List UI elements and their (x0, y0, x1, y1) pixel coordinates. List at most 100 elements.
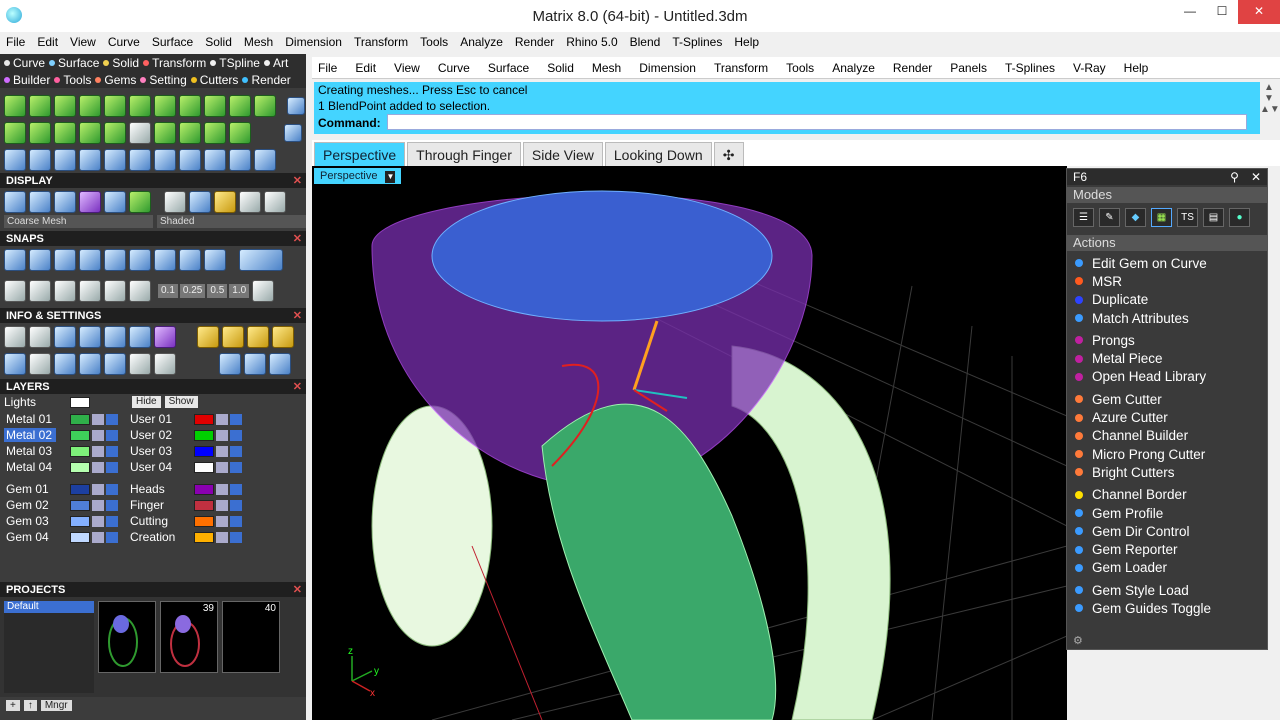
sphere-tool-icon[interactable] (129, 121, 151, 144)
lock-icon[interactable] (92, 499, 104, 511)
layer-color-swatch[interactable] (194, 461, 214, 473)
action-item[interactable]: MSR (1075, 272, 1267, 290)
menu-item[interactable]: Help (734, 35, 759, 49)
action-item[interactable]: Gem Dir Control (1075, 522, 1267, 540)
curve-tool-icon[interactable] (179, 94, 201, 117)
surface-tool-icon[interactable] (104, 121, 126, 144)
action-item[interactable]: Gem Cutter (1075, 390, 1267, 408)
info-icon[interactable] (197, 325, 219, 348)
layer-color-swatch[interactable] (70, 413, 90, 425)
manager-button[interactable]: Mngr (40, 699, 72, 711)
menu-item[interactable]: Dimension (285, 35, 342, 49)
toolbar-tab[interactable]: Gems (95, 73, 136, 87)
layer-color-swatch[interactable] (194, 499, 214, 511)
transform-tool-icon[interactable] (54, 148, 76, 171)
menu-item[interactable]: Solid (205, 35, 232, 49)
layer-row[interactable]: Gem 03 (4, 514, 118, 528)
snap-value-button[interactable]: 1.0 (229, 283, 250, 298)
action-item[interactable]: Gem Guides Toggle (1075, 599, 1267, 617)
project-thumbnail[interactable]: 39 (160, 601, 218, 673)
layer-color-swatch[interactable] (70, 499, 90, 511)
cube-icon[interactable] (29, 279, 51, 302)
move-icon[interactable] (104, 148, 126, 171)
material-sphere-icon[interactable] (264, 190, 286, 213)
surface-tool-icon[interactable] (204, 121, 226, 144)
surface-tool-icon[interactable] (229, 121, 251, 144)
toolbar-tab[interactable]: Transform (143, 56, 206, 70)
snap-icon[interactable] (154, 248, 176, 271)
visibility-icon[interactable] (106, 461, 118, 473)
settings-icon[interactable]: ⚙ (1073, 634, 1083, 647)
lock-icon[interactable] (216, 445, 228, 457)
command-input[interactable] (386, 114, 1247, 130)
layer-color-swatch[interactable] (70, 515, 90, 527)
cube-icon[interactable] (54, 352, 76, 375)
transform-tool-icon[interactable] (29, 148, 51, 171)
layer-row[interactable]: Heads (128, 482, 242, 496)
mesh-quality-select[interactable]: Coarse Mesh (4, 215, 153, 228)
grid-icon[interactable] (4, 190, 26, 213)
visibility-icon[interactable] (230, 445, 242, 457)
layer-row[interactable]: User 04 (128, 460, 242, 474)
menu-item[interactable]: Transform (354, 35, 408, 49)
rhino-menu-item[interactable]: Curve (438, 61, 470, 75)
rhino-menu-item[interactable]: Help (1124, 61, 1149, 75)
layer-color-swatch[interactable] (70, 483, 90, 495)
grid-icon[interactable]: ▦ (1151, 208, 1172, 227)
lock-icon[interactable] (92, 531, 104, 543)
menu-item[interactable]: Rhino 5.0 (566, 35, 617, 49)
tab-viewport[interactable]: Looking Down (604, 142, 712, 166)
close-button[interactable]: ✕ (1238, 0, 1280, 24)
snap-icon[interactable] (179, 248, 201, 271)
action-item[interactable]: Gem Reporter (1075, 540, 1267, 558)
project-thumbnail[interactable]: 40 (222, 601, 280, 673)
menu-item[interactable]: View (70, 35, 96, 49)
lock-icon[interactable] (92, 483, 104, 495)
grid-snap-icon[interactable] (4, 279, 26, 302)
layer-row[interactable]: Metal 01 (4, 412, 118, 426)
rhino-menu-item[interactable]: Transform (714, 61, 768, 75)
close-icon[interactable]: ✕ (1251, 170, 1261, 184)
curve-tool-icon[interactable] (129, 94, 151, 117)
transform-tool-icon[interactable] (229, 148, 251, 171)
snap-icon[interactable] (204, 248, 226, 271)
action-item[interactable]: Gem Profile (1075, 504, 1267, 522)
snap-icon[interactable] (54, 248, 76, 271)
snap-icon[interactable] (4, 248, 26, 271)
action-item[interactable]: Channel Border (1075, 486, 1267, 504)
lock-icon[interactable] (216, 461, 228, 473)
action-item[interactable]: Azure Cutter (1075, 408, 1267, 426)
toolbar-tab[interactable]: Art (263, 56, 288, 70)
menu-item[interactable]: Tools (420, 35, 448, 49)
lock-icon[interactable] (216, 499, 228, 511)
snap-value-button[interactable]: 0.5 (207, 283, 228, 298)
page-icon[interactable] (154, 352, 176, 375)
material-sphere-icon[interactable] (239, 190, 261, 213)
info-icon[interactable] (272, 325, 294, 348)
layer-color-swatch[interactable] (194, 531, 214, 543)
toolbar-tab[interactable]: Builder (4, 73, 50, 87)
sphere-icon[interactable]: ● (1229, 208, 1250, 227)
rhino-menu-item[interactable]: Surface (488, 61, 529, 75)
ts-icon[interactable]: TS (1177, 208, 1198, 227)
grid-icon[interactable] (4, 352, 26, 375)
info-icon[interactable] (104, 325, 126, 348)
surface-tool-icon[interactable] (54, 121, 76, 144)
visibility-icon[interactable] (230, 429, 242, 441)
info-icon[interactable] (247, 325, 269, 348)
menu-item[interactable]: Edit (37, 35, 58, 49)
lock-icon[interactable] (216, 531, 228, 543)
visibility-icon[interactable] (106, 499, 118, 511)
shade-mode-select[interactable]: Shaded (157, 215, 306, 228)
project-item-default[interactable]: Default (4, 601, 94, 613)
rhino-menu-item[interactable]: V-Ray (1073, 61, 1106, 75)
info-icon[interactable] (154, 325, 176, 348)
info-icon[interactable] (129, 325, 151, 348)
visibility-icon[interactable] (230, 413, 242, 425)
material-sphere-icon[interactable] (214, 190, 236, 213)
surface-tool-icon[interactable] (154, 121, 176, 144)
window-icon[interactable] (29, 352, 51, 375)
visibility-icon[interactable] (230, 461, 242, 473)
tab-viewport[interactable]: Through Finger (407, 142, 521, 166)
surface-tool-icon[interactable] (179, 121, 201, 144)
